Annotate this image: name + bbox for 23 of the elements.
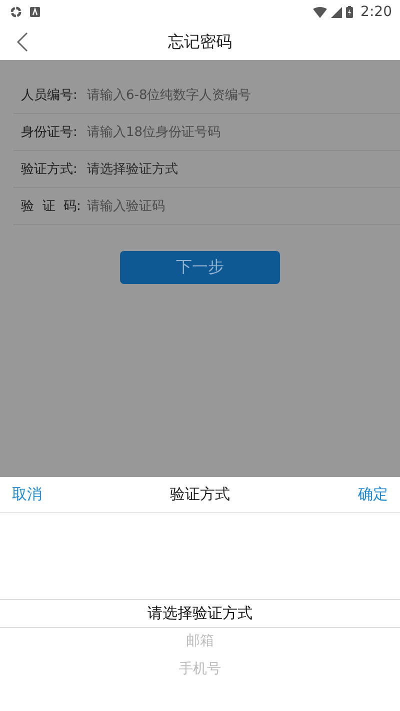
input-field[interactable]: 请输入6-8位纯数字人资编号 bbox=[87, 88, 400, 102]
next-button[interactable]: 下一步 bbox=[120, 251, 280, 284]
app-notification-icon bbox=[30, 7, 40, 17]
field-label: 验证方式: bbox=[21, 161, 78, 178]
field-label: 人员编号: bbox=[21, 87, 78, 104]
picker-option[interactable]: 手机号 bbox=[179, 655, 221, 683]
picker-option[interactable]: 邮箱 bbox=[186, 627, 214, 655]
picker-option[interactable]: 请选择验证方式 bbox=[148, 599, 252, 627]
sync-icon bbox=[10, 6, 22, 18]
page-title: 忘记密码 bbox=[168, 32, 232, 52]
wifi-icon bbox=[312, 6, 327, 18]
input-field[interactable]: 请输入验证码 bbox=[87, 198, 400, 214]
picker-title: 验证方式 bbox=[170, 485, 230, 504]
status-time: 2:20 bbox=[360, 4, 392, 20]
input-field[interactable]: 请输入18位身份证号码 bbox=[87, 124, 400, 140]
cancel-button[interactable]: 取消 bbox=[12, 483, 42, 506]
field-label: 身份证号: bbox=[21, 124, 78, 141]
battery-icon bbox=[346, 6, 353, 18]
back-icon[interactable] bbox=[16, 32, 28, 52]
confirm-button[interactable]: 确定 bbox=[358, 483, 388, 506]
field-label: 验 证 码: bbox=[21, 198, 82, 215]
select-field[interactable]: 请选择验证方式 bbox=[87, 160, 178, 178]
signal-icon bbox=[330, 6, 342, 18]
